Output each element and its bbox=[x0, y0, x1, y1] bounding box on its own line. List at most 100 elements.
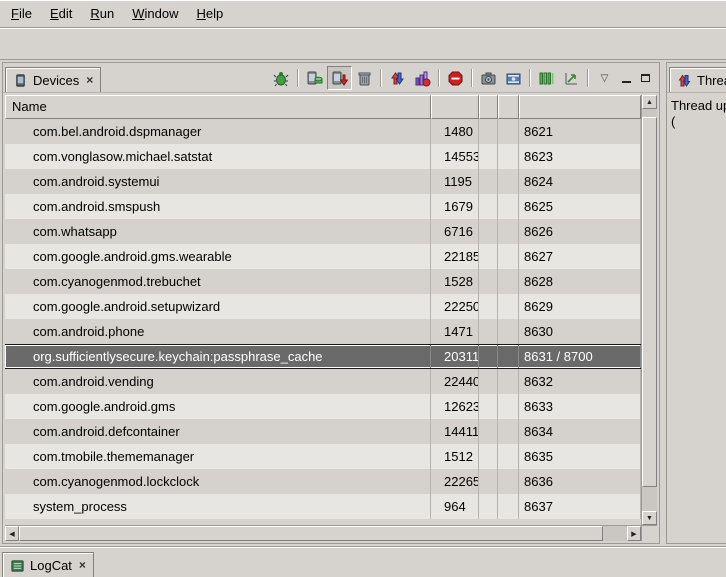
cell-c3 bbox=[479, 444, 498, 469]
table-row[interactable]: com.android.vending224408632 bbox=[5, 369, 641, 394]
start-method-profiling-icon[interactable] bbox=[410, 66, 435, 90]
start-opengl-trace-icon[interactable] bbox=[559, 66, 584, 90]
update-heap-icon[interactable] bbox=[302, 66, 327, 90]
update-threads-icon[interactable] bbox=[385, 66, 410, 90]
cell-c3 bbox=[479, 269, 498, 294]
close-icon[interactable]: × bbox=[77, 558, 86, 572]
threads-message-line1: Thread up bbox=[671, 98, 722, 114]
systrace-icon[interactable] bbox=[534, 66, 559, 90]
cell-c3 bbox=[479, 494, 498, 519]
toolbar-separator bbox=[529, 69, 531, 87]
maximize-icon[interactable] bbox=[636, 69, 655, 87]
cell-port: 8632 bbox=[519, 369, 641, 394]
column-header-port[interactable] bbox=[519, 95, 641, 119]
cell-pid: 964 bbox=[431, 494, 479, 519]
vertical-scroll-track[interactable] bbox=[642, 109, 657, 511]
menu-window[interactable]: Window bbox=[123, 2, 187, 25]
horizontal-scrollbar[interactable]: ◀ ▶ bbox=[5, 525, 657, 541]
horizontal-scroll-thumb[interactable] bbox=[19, 526, 603, 541]
cell-c3 bbox=[479, 345, 498, 368]
cell-name: com.cyanogenmod.trebuchet bbox=[5, 269, 431, 294]
cause-gc-icon[interactable] bbox=[352, 66, 377, 90]
screen-record-icon[interactable] bbox=[501, 66, 526, 90]
cell-name: com.tmobile.thememanager bbox=[5, 444, 431, 469]
table-row[interactable]: com.cyanogenmod.lockclock22265 8636 bbox=[5, 469, 641, 494]
screen-capture-icon[interactable] bbox=[476, 66, 501, 90]
cell-c4 bbox=[498, 369, 519, 394]
cell-pid: 22265 bbox=[431, 469, 479, 494]
cell-port: 8628 bbox=[519, 269, 641, 294]
table-row[interactable]: com.android.smspush16798625 bbox=[5, 194, 641, 219]
cell-c3 bbox=[479, 194, 498, 219]
scroll-down-icon[interactable]: ▼ bbox=[642, 511, 657, 525]
table-row[interactable]: com.bel.android.dspmanager14808621 bbox=[5, 119, 641, 144]
menu-run[interactable]: Run bbox=[81, 2, 123, 25]
table-row[interactable]: com.android.phone14718630 bbox=[5, 319, 641, 344]
cell-c3 bbox=[479, 119, 498, 144]
cell-c3 bbox=[479, 244, 498, 269]
cell-c4 bbox=[498, 219, 519, 244]
table-row[interactable]: com.google.android.gms126238633 bbox=[5, 394, 641, 419]
cell-name: com.vonglasow.michael.satstat bbox=[5, 144, 431, 169]
cell-name: com.android.smspush bbox=[5, 194, 431, 219]
menu-edit[interactable]: Edit bbox=[41, 2, 81, 25]
debug-process-icon[interactable] bbox=[269, 66, 294, 90]
stop-process-icon[interactable] bbox=[443, 66, 468, 90]
vertical-scroll-thumb[interactable] bbox=[642, 117, 657, 487]
cell-c3 bbox=[479, 169, 498, 194]
toolbar-separator bbox=[297, 69, 299, 87]
cell-c3 bbox=[479, 144, 498, 169]
column-header-3[interactable] bbox=[479, 95, 498, 119]
scroll-right-icon[interactable]: ▶ bbox=[627, 526, 641, 541]
table-row[interactable]: com.vonglasow.michael.satstat145538623 bbox=[5, 144, 641, 169]
table-row[interactable]: com.cyanogenmod.trebuchet15288628 bbox=[5, 269, 641, 294]
table-row[interactable]: com.google.android.gms.wearable221858627 bbox=[5, 244, 641, 269]
toolbar-separator bbox=[380, 69, 382, 87]
cell-name: com.whatsapp bbox=[5, 219, 431, 244]
cell-port: 8626 bbox=[519, 219, 641, 244]
cell-c4 bbox=[498, 244, 519, 269]
toolbar-separator bbox=[438, 69, 440, 87]
threads-view-header: Threads bbox=[667, 63, 726, 93]
view-menu-icon[interactable]: ▽ bbox=[592, 66, 617, 90]
horizontal-scroll-track[interactable] bbox=[19, 526, 627, 541]
cell-c3 bbox=[479, 394, 498, 419]
tab-threads[interactable]: Threads bbox=[669, 67, 726, 92]
close-icon[interactable]: × bbox=[84, 73, 93, 87]
table-row[interactable]: system_process9648637 bbox=[5, 494, 641, 519]
column-header-pid[interactable] bbox=[431, 95, 479, 119]
scroll-up-icon[interactable]: ▲ bbox=[642, 95, 657, 109]
cell-c4 bbox=[498, 494, 519, 519]
minimize-icon[interactable] bbox=[617, 69, 636, 87]
tab-logcat[interactable]: LogCat × bbox=[2, 552, 94, 577]
cell-c4 bbox=[498, 269, 519, 294]
table-row[interactable]: com.android.systemui11958624 bbox=[5, 169, 641, 194]
column-header-name[interactable]: Name bbox=[5, 95, 431, 119]
cell-pid: 1480 bbox=[431, 119, 479, 144]
table-row[interactable]: org.sufficientlysecure.keychain:passphra… bbox=[5, 344, 641, 369]
vertical-scrollbar[interactable]: ▲ ▼ bbox=[641, 95, 657, 525]
tab-devices[interactable]: Devices × bbox=[5, 67, 101, 92]
table-row[interactable]: com.android.defcontainer144118634 bbox=[5, 419, 641, 444]
menu-help[interactable]: Help bbox=[187, 2, 232, 25]
process-table: Name com.bel.android.dspmanager14808621c… bbox=[5, 95, 657, 541]
table-row[interactable]: com.google.android.setupwizard222508629 bbox=[5, 294, 641, 319]
cell-port: 8631 / 8700 bbox=[519, 345, 641, 368]
application-window: File Edit Run Window Help Devices × bbox=[0, 0, 726, 577]
devices-view: Devices × bbox=[2, 62, 660, 544]
table-row[interactable]: com.whatsapp67168626 bbox=[5, 219, 641, 244]
cell-c3 bbox=[479, 369, 498, 394]
cell-port: 8636 bbox=[519, 469, 641, 494]
menu-file[interactable]: File bbox=[2, 2, 41, 25]
cell-name: com.cyanogenmod.lockclock bbox=[5, 469, 431, 494]
cell-pid: 14553 bbox=[431, 144, 479, 169]
cell-c4 bbox=[498, 419, 519, 444]
column-header-4[interactable] bbox=[498, 95, 519, 119]
process-table-grid: Name com.bel.android.dspmanager14808621c… bbox=[5, 95, 641, 525]
dump-hprof-icon[interactable] bbox=[327, 66, 352, 90]
cell-port: 8633 bbox=[519, 394, 641, 419]
tab-logcat-label: LogCat bbox=[30, 558, 72, 573]
scroll-left-icon[interactable]: ◀ bbox=[5, 526, 19, 541]
threads-message-line2: ( bbox=[671, 114, 722, 130]
table-row[interactable]: com.tmobile.thememanager15128635 bbox=[5, 444, 641, 469]
